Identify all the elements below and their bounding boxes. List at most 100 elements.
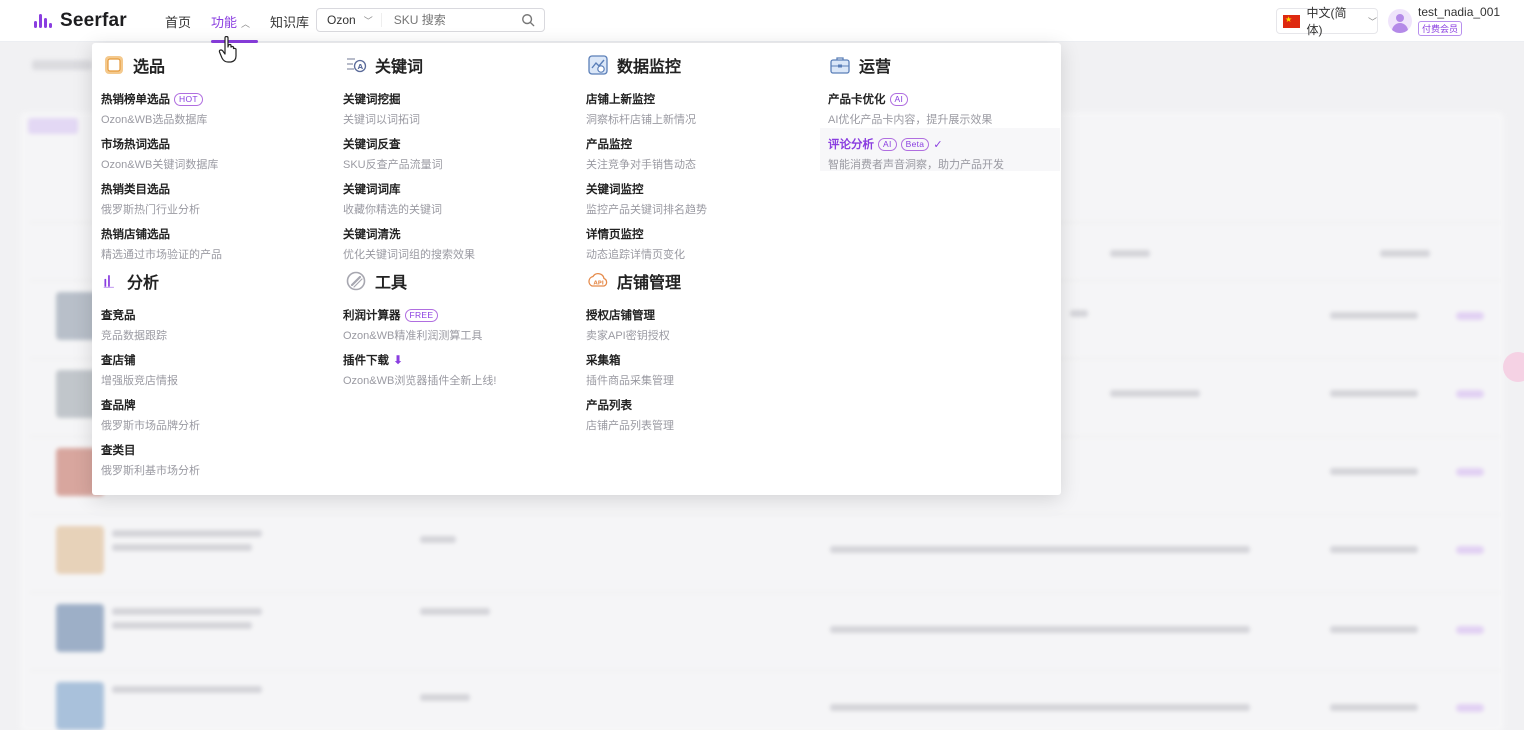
avatar[interactable] [1388, 9, 1412, 33]
menu-item-title: 关键词监控 [586, 184, 644, 196]
menu-item-brand-lookup[interactable]: 查品牌 俄罗斯市场品牌分析 [101, 397, 200, 433]
menu-item-product-list[interactable]: 产品列表 店铺产品列表管理 [586, 397, 674, 433]
product-thumbnail [56, 526, 104, 574]
product-title [112, 686, 262, 693]
menu-item-keyword-reverse[interactable]: 关键词反查 SKU反查产品流量词 [343, 136, 443, 172]
row-action [1456, 312, 1484, 320]
menu-item-hot-stores[interactable]: 热销店铺选品 精选通过市场验证的产品 [101, 226, 222, 262]
username: test_nadia_001 [1418, 5, 1501, 19]
row-action [1456, 468, 1484, 476]
menu-item-desc: 优化关键词词组的搜索效果 [343, 249, 475, 261]
check-icon: ✓ [933, 138, 943, 151]
tools-icon [346, 271, 366, 291]
section-title: 分析 [127, 275, 160, 292]
menu-item-hot-list[interactable]: 热销榜单选品 HOT Ozon&WB选品数据库 [101, 91, 207, 127]
market-select[interactable]: Ozon ﹀ [317, 13, 382, 27]
table-row-divider [30, 670, 1500, 671]
search-icon[interactable] [521, 13, 535, 27]
user-menu[interactable]: test_nadia_001 付费会员 [1388, 5, 1500, 37]
menu-item-product-card-optimize[interactable]: 产品卡优化 AI AI优化产品卡内容，提升展示效果 [828, 91, 992, 127]
cell-text [1110, 390, 1200, 397]
logo-text: Seerfar [60, 10, 127, 31]
product-thumbnail [56, 604, 104, 652]
hand-cursor-icon [218, 36, 237, 63]
briefcase-icon [830, 57, 850, 74]
menu-item-product-monitor[interactable]: 产品监控 关注竞争对手销售动态 [586, 136, 696, 172]
menu-item-keyword-mining[interactable]: 关键词挖掘 关键词以词拓词 [343, 91, 420, 127]
section-title: 店铺管理 [617, 275, 682, 292]
section-title: 运营 [859, 59, 892, 76]
breadcrumb [32, 60, 92, 70]
table-row-divider [30, 514, 1500, 515]
product-title [112, 622, 252, 629]
menu-item-title: 授权店铺管理 [586, 310, 655, 322]
menu-item-desc: 精选通过市场验证的产品 [101, 249, 222, 261]
row-action [1456, 390, 1484, 398]
menu-item-detail-page-monitor[interactable]: 详情页监控 动态追踪详情页变化 [586, 226, 685, 262]
menu-item-title: 店铺上新监控 [586, 94, 655, 106]
menu-item-profit-calculator[interactable]: 利润计算器 FREE Ozon&WB精准利润测算工具 [343, 307, 482, 343]
search-input[interactable] [381, 13, 512, 27]
menu-item-title: 热销类目选品 [101, 184, 170, 196]
menu-item-desc: 洞察标杆店铺上新情况 [586, 114, 696, 126]
chevron-up-icon: ︿ [241, 19, 251, 29]
menu-item-desc: 关键词以词拓词 [343, 114, 420, 126]
section-tools: 工具 [345, 269, 407, 293]
cell-date [1330, 704, 1418, 711]
chevron-down-icon: ﹀ [1367, 16, 1377, 27]
cell-date [1330, 626, 1418, 633]
member-badge: 付费会员 [1418, 21, 1463, 36]
table-row-divider [30, 592, 1500, 593]
menu-item-title: 查竞品 [101, 310, 136, 322]
menu-item-keyword-library[interactable]: 关键词词库 收藏你精选的关键词 [343, 181, 442, 217]
menu-item-title: 市场热词选品 [101, 139, 170, 151]
menu-item-hot-categories[interactable]: 热销类目选品 俄罗斯热门行业分析 [101, 181, 200, 217]
menu-item-keyword-monitor[interactable]: 关键词监控 监控产品关键词排名趋势 [586, 181, 707, 217]
nav-knowledge-base[interactable]: 知识库 [270, 12, 309, 31]
row-action [1456, 704, 1484, 712]
nav-features[interactable]: 功能 ︿ [211, 12, 259, 43]
section-title: 关键词 [375, 59, 424, 76]
menu-item-desc: 收藏你精选的关键词 [343, 204, 442, 216]
menu-item-competitor[interactable]: 查竞品 竞品数据跟踪 [101, 307, 167, 343]
section-title: 工具 [375, 275, 408, 292]
language-select[interactable]: 中文(简体) ﹀ [1276, 6, 1378, 37]
menu-item-title: 评论分析 [828, 139, 874, 151]
tab-blurred [28, 118, 78, 134]
menu-item-authorized-stores[interactable]: 授权店铺管理 卖家API密钥授权 [586, 307, 670, 343]
menu-item-desc: 插件商品采集管理 [586, 375, 674, 387]
menu-item-desc: 关注竞争对手销售动态 [586, 159, 696, 171]
menu-item-title: 热销榜单选品 [101, 94, 170, 106]
column-header [1110, 250, 1150, 257]
cell-text [420, 694, 470, 701]
menu-item-keyword-cleaning[interactable]: 关键词清洗 优化关键词词组的搜索效果 [343, 226, 475, 262]
menu-item-store-new-monitor[interactable]: 店铺上新监控 洞察标杆店铺上新情况 [586, 91, 696, 127]
menu-item-title: 查类目 [101, 445, 136, 457]
menu-item-desc: Ozon&WB浏览器插件全新上线! [343, 375, 497, 387]
section-analysis: 分析 [103, 269, 159, 293]
keyword-icon: A [347, 58, 367, 73]
menu-item-title: 查店铺 [101, 355, 136, 367]
menu-item-plugin-download[interactable]: 插件下载 ⬇ Ozon&WB浏览器插件全新上线! [343, 352, 496, 388]
cell-text [830, 626, 1250, 633]
main-nav: 首页 功能 ︿ 知识库 [165, 12, 309, 43]
menu-item-desc: 俄罗斯市场品牌分析 [101, 420, 200, 432]
logo[interactable]: Seerfar [34, 10, 127, 32]
product-title [112, 544, 252, 551]
menu-item-title: 利润计算器 [343, 310, 401, 322]
menu-item-title: 产品列表 [586, 400, 632, 412]
menu-item-desc: SKU反查产品流量词 [343, 159, 443, 171]
menu-item-collection-box[interactable]: 采集箱 插件商品采集管理 [586, 352, 674, 388]
sku-search-bar: Ozon ﹀ [316, 8, 545, 32]
menu-item-category-lookup[interactable]: 查类目 俄罗斯利基市场分析 [101, 442, 200, 478]
section-title: 数据监控 [617, 59, 682, 76]
menu-item-desc: 卖家API密钥授权 [586, 330, 670, 342]
menu-item-store-lookup[interactable]: 查店铺 增强版竞店情报 [101, 352, 178, 388]
menu-item-hot-keywords[interactable]: 市场热词选品 Ozon&WB关键词数据库 [101, 136, 218, 172]
menu-item-desc: Ozon&WB精准利润测算工具 [343, 330, 483, 342]
menu-item-review-analysis[interactable]: 评论分析 AI Beta ✓ 智能消费者声音洞察，助力产品开发 [820, 128, 1060, 171]
cell-date [1330, 390, 1418, 397]
ai-badge: AI [878, 137, 897, 151]
nav-home[interactable]: 首页 [165, 12, 191, 31]
menu-item-desc: 俄罗斯热门行业分析 [101, 204, 200, 216]
